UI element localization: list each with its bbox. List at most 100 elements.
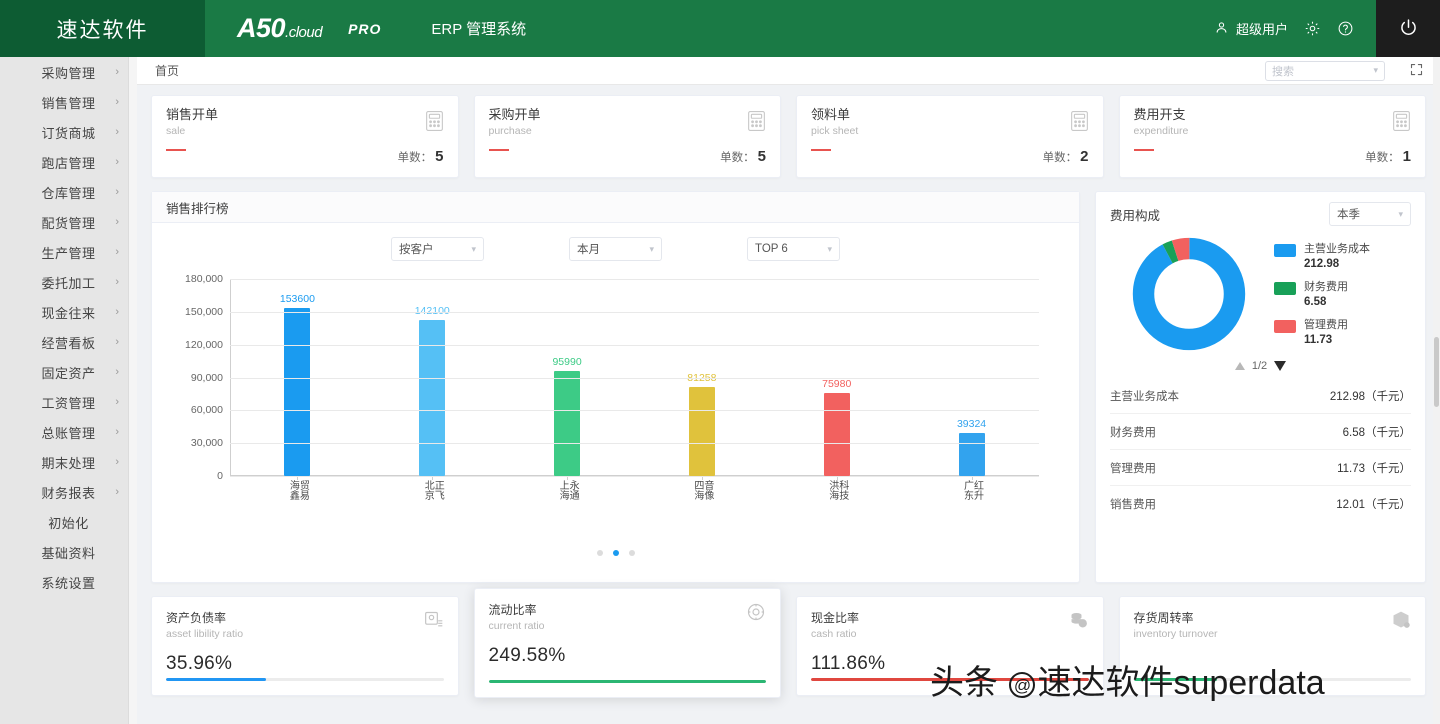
sidebar-item-12[interactable]: 总账管理 › (0, 417, 137, 447)
sidebar-item-5[interactable]: 配货管理 › (0, 207, 137, 237)
sidebar-item-15[interactable]: 初始化 (0, 507, 137, 537)
pager-down-icon[interactable] (1274, 361, 1287, 371)
gear-icon[interactable] (1304, 20, 1321, 37)
bar[interactable] (554, 370, 581, 476)
ratio-card-row: 资产负债率 asset libility ratio 35.96% 流动比率 curre… (151, 588, 1426, 698)
legend-label: 财务费用 (1304, 280, 1348, 293)
sidebar-item-17[interactable]: 系统设置 (0, 567, 137, 597)
expense-row-0[interactable]: 主营业务成本 212.98（千元） (1110, 378, 1411, 414)
carousel-dot-0[interactable] (596, 550, 603, 556)
sidebar-item-9[interactable]: 经营看板 › (0, 327, 137, 357)
donut-legend: 主营业务成本 212.98 财务费用 6.58 管理费用 11.73 (1268, 243, 1411, 346)
x-axis-tick-label: 广东 红升 (961, 480, 983, 500)
sidebar-item-label: 系统设置 (41, 575, 96, 591)
fullscreen-icon[interactable] (1409, 62, 1424, 80)
sidebar-item-7[interactable]: 委托加工 › (0, 267, 137, 297)
legend-value: 212.98 (1304, 257, 1340, 270)
sidebar-item-16[interactable]: 基础资料 (0, 537, 137, 567)
expense-row-value: 6.58（千元） (1342, 426, 1411, 439)
breadcrumb-home[interactable]: 首页 (155, 62, 179, 79)
legend-item-1[interactable]: 财务费用 6.58 (1274, 281, 1411, 308)
breadcrumb-bar: 首页 搜索 ▾ (137, 57, 1440, 85)
chart-plot-area: 153600海鑫贸易142100北京正飞95990上海永通81258四海音像75… (185, 273, 1039, 500)
ratio-card-value: 249.58% (488, 645, 566, 666)
bar[interactable] (823, 392, 850, 476)
ratio-card-2[interactable]: 现金比率 cash ratio 111.86% (796, 596, 1104, 696)
stat-card-1[interactable]: 采购开单 purchase 单数： 5 (473, 95, 781, 178)
ratio-card-0[interactable]: 资产负债率 asset libility ratio 35.96% (151, 596, 459, 696)
chart-filter-2[interactable]: TOP 6 ▾ (747, 237, 840, 261)
chart-filter-1[interactable]: 本月 ▾ (569, 237, 662, 261)
power-button[interactable] (1376, 0, 1440, 57)
donut-segment-2[interactable] (1132, 237, 1246, 351)
chart-filter-0[interactable]: 按客户 ▾ (391, 237, 484, 261)
y-axis-tick-label: 60,000 (190, 404, 223, 417)
sidebar-item-11[interactable]: 工资管理 › (0, 387, 137, 417)
user-menu[interactable]: 超级用户 (1214, 19, 1288, 38)
sidebar-scroll-rail[interactable] (128, 57, 137, 724)
sidebar-item-label: 工资管理 (41, 395, 96, 411)
ratio-card-3[interactable]: 存货周转率 inventory turnover (1118, 596, 1426, 696)
search-input[interactable]: 搜索 ▾ (1265, 60, 1385, 81)
expense-row-name: 主营业务成本 (1110, 390, 1179, 403)
chevron-right-icon: › (115, 156, 119, 168)
stat-card-subtitle: pick sheet (811, 125, 859, 137)
gridline (230, 476, 1039, 477)
bar-value-label: 39324 (956, 417, 987, 430)
pager-label: 1/2 (1251, 360, 1268, 372)
stat-card-count-label: 单数： (1042, 152, 1078, 164)
ratio-card-1[interactable]: 流动比率 current ratio 249.58% (473, 588, 781, 698)
sidebar-item-14[interactable]: 财务报表 › (0, 477, 137, 507)
question-circle-icon[interactable] (1337, 20, 1354, 37)
expense-period-select[interactable]: 本季 ▾ (1329, 202, 1411, 226)
chart-filter-value: TOP 6 (755, 243, 788, 255)
bar[interactable] (284, 307, 311, 476)
expense-row-3[interactable]: 销售费用 12.01（千元） (1110, 486, 1411, 522)
bar-value-label: 75980 (822, 377, 852, 390)
expense-row-1[interactable]: 财务费用 6.58（千元） (1110, 414, 1411, 450)
legend-swatch (1274, 281, 1296, 295)
product-logo-main: A50 (237, 13, 286, 43)
sidebar-item-13[interactable]: 期末处理 › (0, 447, 137, 477)
calculator-icon (747, 110, 766, 135)
sidebar-item-0[interactable]: 采购管理 › (0, 57, 137, 87)
chevron-right-icon: › (115, 216, 119, 228)
stat-card-0[interactable]: 销售开单 sale 单数： 5 (151, 95, 459, 178)
sidebar-item-4[interactable]: 仓库管理 › (0, 177, 137, 207)
expense-donut-row: 主营业务成本 212.98 财务费用 6.58 管理费用 11.73 (1110, 234, 1411, 354)
chevron-down-icon: ▾ (649, 243, 654, 254)
stat-card-3[interactable]: 费用开支 expenditure 单数： 1 (1118, 95, 1426, 178)
gauge-icon (746, 602, 766, 625)
sidebar-item-3[interactable]: 跑店管理 › (0, 147, 137, 177)
legend-item-0[interactable]: 主营业务成本 212.98 (1274, 243, 1411, 270)
sidebar-item-10[interactable]: 固定资产 › (0, 357, 137, 387)
stat-card-2[interactable]: 领料单 pick sheet 单数： 2 (796, 95, 1104, 178)
bar[interactable] (688, 387, 715, 476)
sidebar: 采购管理 › 销售管理 › 订货商城 › 跑店管理 › 仓库管理 › 配货管理 › 生产管理 › 委托加工 ›… (0, 57, 137, 724)
expense-row-2[interactable]: 管理费用 11.73（千元） (1110, 450, 1411, 486)
search-placeholder: 搜索 (1272, 65, 1294, 78)
stat-card-count-value: 5 (757, 148, 766, 165)
sidebar-item-1[interactable]: 销售管理 › (0, 87, 137, 117)
legend-swatch (1274, 319, 1296, 333)
page-scrollbar-thumb[interactable] (1434, 337, 1439, 407)
middle-row: 销售排行榜 按客户 ▾ 本月 ▾ TOP 6 ▾ 153600 海鑫 贸易 142100 北京 正飞… (151, 191, 1426, 583)
carousel-dot-2[interactable] (628, 550, 635, 556)
expense-row-value: 12.01（千元） (1336, 499, 1411, 511)
legend-item-2[interactable]: 管理费用 11.73 (1274, 319, 1411, 346)
bar[interactable] (958, 432, 985, 476)
app-body: 采购管理 › 销售管理 › 订货商城 › 跑店管理 › 仓库管理 › 配货管理 › 生产管理 › 委托加工 ›… (0, 57, 1440, 724)
carousel-dot-1[interactable] (612, 550, 619, 556)
sidebar-item-label: 配货管理 (41, 215, 96, 231)
x-axis-tick-label: 上海 永通 (557, 480, 579, 500)
sidebar-item-2[interactable]: 订货商城 › (0, 117, 137, 147)
sidebar-item-8[interactable]: 现金往来 › (0, 297, 137, 327)
sidebar-item-label: 订货商城 (41, 125, 96, 141)
chevron-right-icon: › (115, 96, 119, 108)
chevron-right-icon: › (115, 246, 119, 258)
page-scrollbar[interactable] (1433, 57, 1440, 724)
sidebar-item-label: 总账管理 (41, 425, 96, 441)
sidebar-item-6[interactable]: 生产管理 › (0, 237, 137, 267)
pager-up-icon[interactable] (1234, 362, 1245, 370)
expense-row-value: 212.98（千元） (1329, 390, 1411, 403)
